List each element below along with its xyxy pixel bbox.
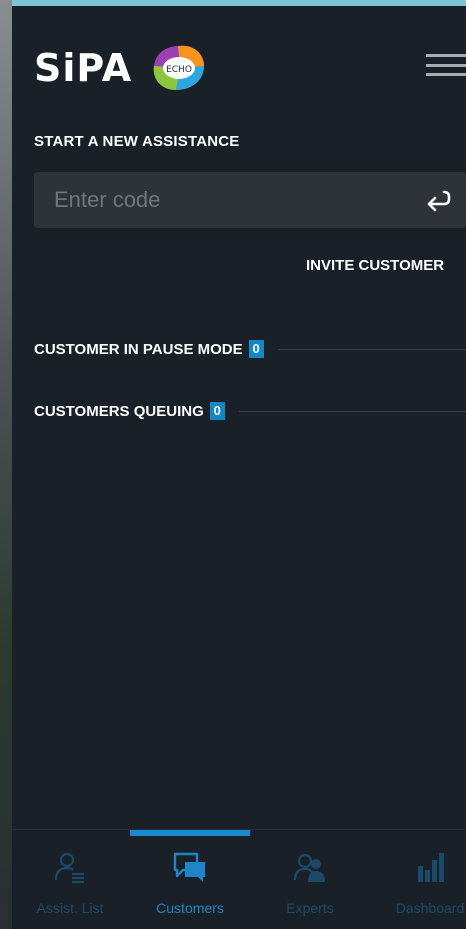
nav-label: Customers [156, 900, 224, 916]
nav-label: Dashboard [395, 900, 465, 916]
queue-label: CUSTOMERS QUEUING [34, 402, 204, 420]
chat-icon [173, 852, 205, 882]
start-assistance-title: START A NEW ASSISTANCE [34, 133, 240, 150]
nav-dashboard[interactable]: Dashboard [370, 850, 466, 925]
active-tab-indicator [130, 830, 250, 836]
hamburger-menu-icon[interactable] [426, 54, 466, 76]
background-photo-strip [0, 0, 12, 929]
divider [238, 410, 466, 412]
queue-row: CUSTOMERS QUEUING 0 [34, 400, 466, 422]
nav-customers[interactable]: Customers [130, 850, 250, 925]
nav-label: Assist. List [36, 900, 104, 916]
user-list-icon [54, 852, 84, 884]
nav-experts[interactable]: Experts [250, 850, 370, 925]
divider [277, 348, 466, 350]
echo-badge-text: ECHO [166, 65, 192, 75]
invite-customer-link[interactable]: INVITE CUSTOMER [306, 257, 444, 274]
pause-count-badge: 0 [248, 340, 264, 358]
code-field-container [34, 172, 466, 228]
enter-return-icon[interactable] [424, 188, 452, 214]
nav-assist-list[interactable]: Assist. List [10, 850, 130, 925]
code-input[interactable] [34, 172, 414, 228]
bar-chart-icon [418, 853, 444, 882]
nav-label: Experts [286, 900, 334, 916]
echo-logo-icon: ECHO [153, 45, 205, 90]
logo-text: SiPA [34, 46, 133, 90]
app-logo: SiPA ECHO [34, 44, 206, 92]
pause-mode-row: CUSTOMER IN PAUSE MODE 0 [34, 338, 466, 360]
queue-count-badge: 0 [209, 402, 225, 420]
pause-mode-label: CUSTOMER IN PAUSE MODE [34, 340, 243, 358]
users-icon [293, 853, 325, 882]
